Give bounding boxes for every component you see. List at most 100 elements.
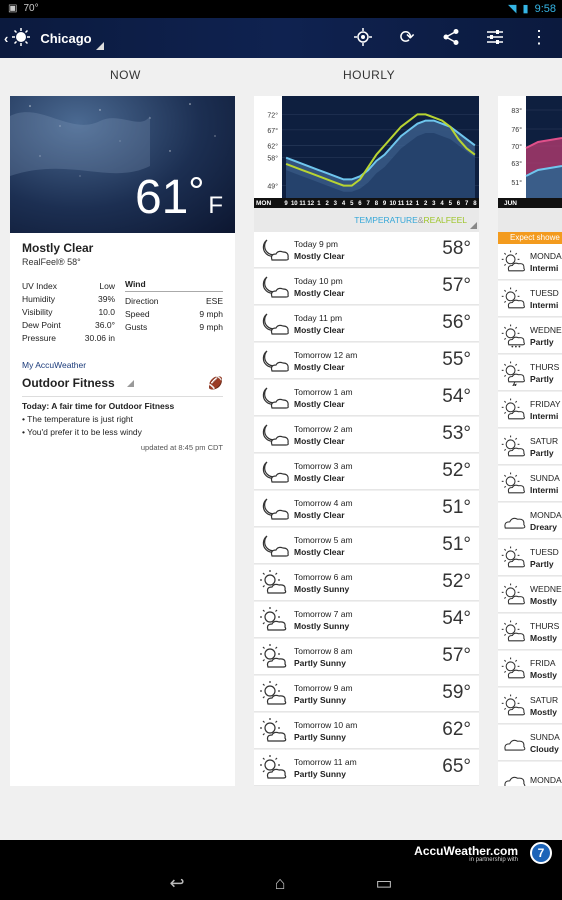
detail-value: 30.06 in xyxy=(84,332,115,343)
daily-legend xyxy=(498,208,562,232)
hourly-row[interactable]: Tomorrow 7 am Mostly Sunny 54° xyxy=(254,602,479,638)
sun-cloud-icon xyxy=(501,250,525,271)
daily-row[interactable]: THURS Partly xyxy=(498,355,562,391)
hour-condition: Mostly Clear xyxy=(294,472,345,483)
cloud-icon xyxy=(504,776,526,786)
overflow-menu-icon[interactable]: ⋮ xyxy=(528,26,550,48)
daily-row[interactable]: MONDA xyxy=(498,762,562,786)
sun-logo-icon xyxy=(12,28,31,49)
day-condition: Partly xyxy=(530,336,554,347)
dropdown-indicator-icon[interactable] xyxy=(126,379,134,387)
sun-cloud-icon xyxy=(260,717,287,742)
hourly-text: Tomorrow 5 am Mostly Clear xyxy=(294,534,353,558)
dropdown-indicator-icon[interactable] xyxy=(96,42,104,50)
sun-cloud-icon xyxy=(260,569,287,594)
hourly-row[interactable]: Tomorrow 5 am Mostly Clear 51° xyxy=(254,528,479,564)
hourly-row[interactable]: Today 11 pm Mostly Clear 56° xyxy=(254,306,479,342)
daily-text: WEDNE Mostly xyxy=(530,583,562,607)
city-name[interactable]: Chicago xyxy=(40,31,91,46)
hour-condition: Partly Sunny xyxy=(294,731,346,742)
hourly-row[interactable]: Tomorrow 10 am Partly Sunny 62° xyxy=(254,713,479,749)
day-condition: Intermi xyxy=(530,299,559,310)
day-label: TUESD xyxy=(530,546,559,557)
hour-label: Today 9 pm xyxy=(294,238,338,249)
night-sky-image: 61 ° F xyxy=(10,96,235,233)
weather-icon xyxy=(258,754,292,782)
dropdown-indicator-icon[interactable] xyxy=(470,222,477,229)
now-header[interactable]: NOW xyxy=(110,68,141,82)
y-tick-label: 62° xyxy=(267,142,278,150)
back-icon[interactable]: ‹ xyxy=(4,31,8,46)
daily-row[interactable]: TUESD Partly xyxy=(498,540,562,576)
daily-row[interactable]: MONDA Dreary xyxy=(498,503,562,539)
daily-row[interactable]: SATUR Partly xyxy=(498,429,562,465)
weather-icon xyxy=(258,606,292,634)
daily-row[interactable]: THURS Mostly xyxy=(498,614,562,650)
day-condition: Mostly xyxy=(530,669,557,680)
hourly-text: Tomorrow 3 am Mostly Clear xyxy=(294,460,353,484)
back-nav-icon[interactable]: ↩ xyxy=(170,873,185,894)
weather-icon xyxy=(258,532,292,560)
daily-row[interactable]: MONDA Intermi xyxy=(498,244,562,280)
details-left: UV Index Low Humidity 39% Visibility 10.0 D… xyxy=(22,279,115,344)
hourly-row[interactable]: Tomorrow 9 am Partly Sunny 59° xyxy=(254,676,479,712)
hourly-row[interactable]: Tomorrow 1 am Mostly Clear 54° xyxy=(254,380,479,416)
weather-icon xyxy=(500,656,530,682)
day-label: MONDA xyxy=(530,774,562,785)
day-label: SATUR xyxy=(530,435,559,446)
settings-icon[interactable] xyxy=(484,26,506,48)
hour-temperature: 54° xyxy=(442,608,471,629)
home-nav-icon[interactable]: ⌂ xyxy=(275,873,286,894)
daily-row[interactable]: SUNDA Intermi xyxy=(498,466,562,502)
daily-row[interactable]: SATUR Mostly xyxy=(498,688,562,724)
hourly-text: Tomorrow 7 am Mostly Sunny xyxy=(294,608,353,632)
y-tick-label: 67° xyxy=(267,127,278,135)
daily-row[interactable]: FRIDAY Intermi xyxy=(498,392,562,428)
hour-condition: Partly Sunny xyxy=(294,657,346,668)
day-label: FRIDA xyxy=(530,657,556,668)
hourly-row[interactable]: Tomorrow 6 am Mostly Sunny 52° xyxy=(254,565,479,601)
hourly-header[interactable]: HOURLY xyxy=(343,68,395,82)
wind-details: Wind Direction ESE Speed 9 mph Gusts 9 mph xyxy=(125,279,223,344)
locate-icon[interactable] xyxy=(352,26,374,48)
system-nav-bar: ↩ ⌂ ▭ xyxy=(0,866,562,900)
y-tick-label: 49° xyxy=(267,183,278,191)
forecast-banner[interactable]: Expect showe xyxy=(498,232,562,244)
wind-value: 9 mph xyxy=(199,308,223,319)
daily-text: SATUR Mostly xyxy=(530,694,558,718)
hourly-row[interactable]: Tomorrow 3 am Mostly Clear 52° xyxy=(254,454,479,490)
hourly-row[interactable]: Tomorrow 11 am Partly Sunny 65° xyxy=(254,750,479,786)
daily-row[interactable]: TUESD Intermi xyxy=(498,281,562,317)
weather-icon xyxy=(500,693,530,719)
detail-label: Humidity xyxy=(22,293,56,304)
hourly-row[interactable]: Tomorrow 4 am Mostly Clear 51° xyxy=(254,491,479,527)
hour-label: Tomorrow 7 am xyxy=(294,608,353,619)
share-icon[interactable] xyxy=(440,26,462,48)
daily-row[interactable]: WEDNE Mostly xyxy=(498,577,562,613)
hourly-row[interactable]: Tomorrow 12 am Mostly Clear 55° xyxy=(254,343,479,379)
hourly-row[interactable]: Today 10 pm Mostly Clear 57° xyxy=(254,269,479,305)
hourly-row[interactable]: Tomorrow 2 am Mostly Clear 53° xyxy=(254,417,479,453)
hourly-text: Today 9 pm Mostly Clear xyxy=(294,238,345,262)
now-card: 61 ° F Mostly Clear RealFeel® 58° UV Index… xyxy=(10,96,235,786)
main-content: NOW HOURLY 61 ° F Mostly Clear RealFeel® 5… xyxy=(0,58,562,840)
refresh-icon[interactable]: ⟳ xyxy=(396,26,418,48)
x-tick-label: 12 xyxy=(307,201,314,207)
recents-nav-icon[interactable]: ▭ xyxy=(375,873,392,894)
hourly-row[interactable]: Tomorrow 8 am Partly Sunny 57° xyxy=(254,639,479,675)
location-selector[interactable]: ‹ Chicago xyxy=(4,28,92,49)
daily-row[interactable]: FRIDA Mostly xyxy=(498,651,562,687)
hourly-row[interactable]: Today 9 pm Mostly Clear 58° xyxy=(254,232,479,268)
chart-legend[interactable]: TEMPERATURE & REALFEEL xyxy=(254,208,479,232)
daily-row[interactable]: SUNDA Cloudy xyxy=(498,725,562,761)
moon-cloud-icon xyxy=(262,387,289,409)
detail-label: UV Index xyxy=(22,280,57,291)
daily-row[interactable]: WEDNE Partly xyxy=(498,318,562,354)
hourly-chart: 72° 67° 62° 58° 49° MON 9 10 11 12 1 2 3 4 5 6 7 8 9 10 11 12… xyxy=(254,96,479,208)
hourly-text: Today 11 pm Mostly Clear xyxy=(294,312,345,336)
daily-text: TUESD Partly xyxy=(530,546,559,570)
lifestyle-selector[interactable]: Outdoor Fitness 🏈 xyxy=(10,370,235,390)
weather-icon xyxy=(258,458,292,486)
lifestyle-title[interactable]: Outdoor Fitness xyxy=(22,376,115,390)
ad-banner[interactable]: AccuWeather.com in partnership with 7 xyxy=(0,840,562,866)
